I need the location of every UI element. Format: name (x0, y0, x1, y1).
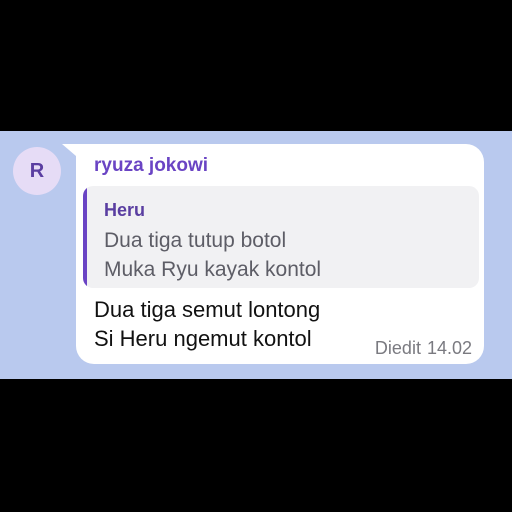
reply-text-line: Dua tiga tutup botol (104, 229, 287, 252)
chat-background: R ryuza jokowi Heru Dua tiga tutup botol… (0, 131, 512, 379)
message-meta: Diedit 14.02 (369, 338, 472, 359)
edited-label: Diedit (374, 338, 421, 358)
avatar-initial: R (29, 159, 45, 182)
message-bubble[interactable]: ryuza jokowi Heru Dua tiga tutup botol M… (76, 144, 484, 364)
reply-author: Heru (104, 200, 146, 220)
message-text-line: Si Heru ngemut kontol (94, 326, 312, 351)
bubble-tail (62, 144, 76, 156)
message-text-line: Dua tiga semut lontong (94, 297, 321, 322)
reply-text-line: Muka Ryu kayak kontol (104, 258, 322, 281)
message-time: 14.02 (426, 338, 472, 358)
avatar[interactable]: R (13, 147, 61, 195)
reply-accent-bar (83, 186, 87, 288)
sender-name[interactable]: ryuza jokowi (94, 155, 208, 177)
reply-quote[interactable]: Heru Dua tiga tutup botol Muka Ryu kayak… (83, 186, 479, 288)
